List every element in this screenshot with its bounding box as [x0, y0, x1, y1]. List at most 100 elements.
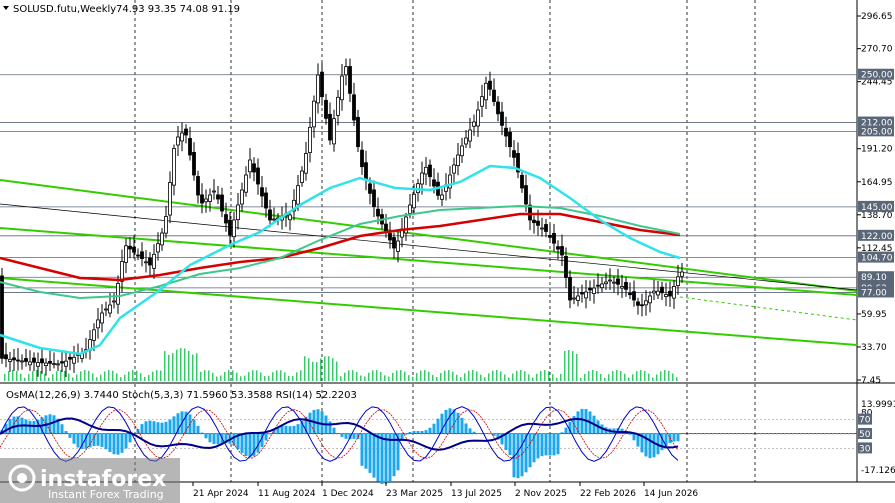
volume-bar [212, 372, 214, 381]
osma-bar [8, 419, 12, 434]
candle-body [348, 66, 352, 94]
osma-bar [412, 430, 416, 434]
candle-body [40, 358, 44, 364]
osma-bar [68, 433, 72, 438]
candle-body [24, 358, 28, 362]
volume-bar [392, 372, 394, 381]
candle-body [540, 227, 544, 230]
candle-body [228, 219, 232, 236]
price-tick-label: 33.70 [861, 343, 887, 353]
osma-bar [288, 426, 292, 434]
osma-bar [472, 431, 476, 434]
candle-body [604, 281, 608, 285]
candle-body [408, 204, 412, 214]
candle-body [4, 354, 8, 360]
candle-body [72, 356, 76, 364]
candle-body [676, 276, 680, 286]
candle-body [648, 295, 652, 304]
volume-bar [604, 377, 606, 381]
osma-bar [492, 433, 496, 436]
osma-bar [28, 420, 32, 434]
osma-bar [376, 433, 380, 482]
osma-bar [544, 433, 548, 456]
candle-body [296, 185, 300, 205]
candle-body [492, 89, 496, 102]
volume-bar [660, 371, 662, 381]
candle-body [220, 194, 224, 212]
candle-body [336, 96, 340, 116]
volume-bar [100, 374, 102, 381]
osma-bar [368, 433, 372, 473]
osma-bar [128, 433, 132, 443]
candle-body [616, 278, 620, 285]
volume-bar [416, 373, 418, 381]
volume-bar [136, 370, 138, 381]
indicator-level-label: 70 [859, 416, 871, 426]
candle-body [248, 159, 252, 173]
candle-body [8, 358, 12, 362]
osma-bar [212, 433, 216, 445]
volume-bar [444, 370, 446, 381]
volume-bar [80, 371, 82, 381]
candle-body [132, 246, 136, 253]
candle-body [588, 287, 592, 291]
volume-bar [20, 373, 22, 381]
volume-bar [520, 370, 522, 381]
time-tick-label: 21 Apr 2024 [193, 489, 249, 499]
volume-bar [496, 370, 498, 381]
volume-bar [188, 350, 190, 381]
volume-bar [200, 371, 202, 381]
volume-bar [228, 370, 230, 381]
volume-bar [76, 374, 78, 381]
volume-bar [52, 374, 54, 381]
osma-bar [528, 433, 532, 468]
candle-body [44, 362, 48, 367]
volume-bar [72, 377, 74, 381]
candle-body [392, 237, 396, 249]
osma-bar [204, 433, 208, 439]
osma-bar [672, 433, 676, 442]
candle-body [196, 176, 200, 196]
candle-body [672, 285, 676, 299]
volume-bar [388, 376, 390, 381]
candle-body [168, 182, 172, 216]
osma-bar [556, 433, 560, 455]
volume-bar [512, 373, 514, 381]
osma-bar [92, 433, 96, 447]
volume-bar [116, 373, 118, 381]
osma-bar [76, 433, 80, 448]
osma-bar [332, 427, 336, 434]
volume-bar [492, 370, 494, 381]
candle-body [344, 66, 348, 76]
osma-bar [60, 424, 64, 434]
volume-bar [600, 373, 602, 381]
volume-bar [56, 371, 58, 381]
volume-bar [148, 374, 150, 381]
osma-bar [340, 433, 344, 437]
volume-bar [152, 371, 154, 381]
osma-bar [88, 433, 92, 448]
candle-body [128, 245, 132, 250]
osma-bar [420, 431, 424, 434]
volume-bar [256, 370, 258, 381]
candle-body [56, 363, 60, 366]
candle-body [232, 219, 236, 238]
osma-bar [268, 433, 272, 435]
volume-bar [224, 372, 226, 381]
candle-body [620, 285, 624, 289]
volume-bar [312, 361, 314, 381]
volume-bar [452, 371, 454, 381]
chart-window: { "header": { "symbol": "SOLUSD.futu,Wee… [0, 0, 895, 503]
price-tick-label: 59.95 [861, 310, 887, 320]
osma-bar [580, 408, 584, 434]
volume-bar [156, 370, 158, 381]
volume-bar [132, 370, 134, 381]
candle-body [176, 136, 180, 146]
volume-bar [220, 375, 222, 381]
osma-bar [344, 433, 348, 439]
volume-bar [664, 370, 666, 381]
indicator-tick-label: -17.1267 [861, 466, 895, 476]
candle-body [636, 301, 640, 306]
candle-body [460, 145, 464, 157]
volume-bar [408, 375, 410, 381]
